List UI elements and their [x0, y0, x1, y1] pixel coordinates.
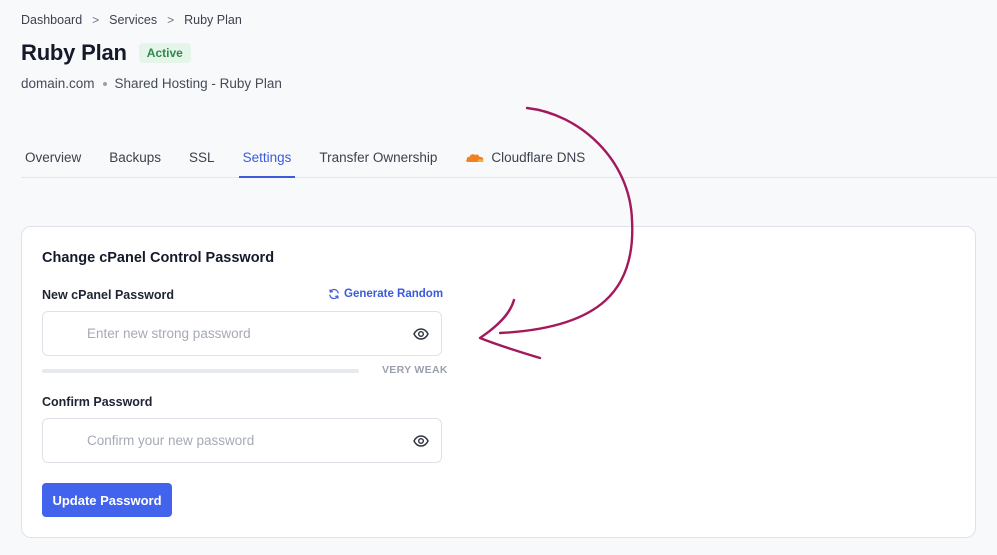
tab-label: Settings	[242, 150, 292, 165]
service-subtitle: domain.com Shared Hosting - Ruby Plan	[21, 76, 282, 91]
domain-name: domain.com	[21, 76, 95, 91]
breadcrumb-current: Ruby Plan	[184, 13, 242, 27]
confirm-password-field	[42, 418, 442, 463]
tab-settings[interactable]: Settings	[238, 140, 296, 178]
confirm-password-input[interactable]	[87, 419, 397, 462]
tab-cloudflare-dns[interactable]: Cloudflare DNS	[461, 140, 589, 178]
breadcrumb-separator: >	[167, 13, 175, 27]
dot-separator	[102, 81, 107, 86]
tab-label: SSL	[189, 150, 215, 165]
breadcrumb-separator: >	[92, 13, 100, 27]
plan-name: Shared Hosting - Ruby Plan	[114, 76, 282, 91]
title-row: Ruby Plan Active	[21, 40, 191, 66]
tab-label: Backups	[109, 150, 162, 165]
status-badge: Active	[138, 43, 191, 63]
tab-overview[interactable]: Overview	[21, 140, 85, 178]
card-title: Change cPanel Control Password	[42, 250, 275, 266]
refresh-icon	[329, 288, 339, 300]
update-password-button[interactable]: Update Password	[42, 483, 172, 517]
tab-label: Overview	[25, 150, 82, 165]
breadcrumb-dashboard[interactable]: Dashboard	[21, 13, 82, 27]
tab-ssl[interactable]: SSL	[185, 140, 219, 178]
cloud-icon	[466, 154, 484, 162]
eye-icon[interactable]	[413, 433, 429, 449]
generate-random-label: Generate Random	[344, 288, 444, 300]
eye-icon[interactable]	[413, 326, 429, 342]
new-password-input[interactable]	[87, 312, 397, 355]
page-title: Ruby Plan	[21, 40, 127, 65]
password-strength-label: VERY WEAK	[382, 364, 448, 376]
tab-bar: Overview Backups SSL Settings Transfer O…	[21, 140, 997, 178]
tab-label: Cloudflare DNS	[491, 150, 586, 165]
change-password-card: Change cPanel Control Password New cPane…	[21, 226, 976, 538]
new-password-field	[42, 311, 442, 356]
tab-backups[interactable]: Backups	[105, 140, 165, 178]
tab-label: Transfer Ownership	[319, 150, 438, 165]
confirm-password-label: Confirm Password	[42, 395, 153, 409]
new-password-label: New cPanel Password	[42, 288, 175, 302]
generate-random-button[interactable]: Generate Random	[328, 288, 443, 300]
breadcrumb-services[interactable]: Services	[109, 13, 157, 27]
breadcrumb: Dashboard > Services > Ruby Plan	[21, 13, 242, 27]
password-strength-bar	[42, 369, 359, 373]
tab-transfer-ownership[interactable]: Transfer Ownership	[315, 140, 441, 178]
